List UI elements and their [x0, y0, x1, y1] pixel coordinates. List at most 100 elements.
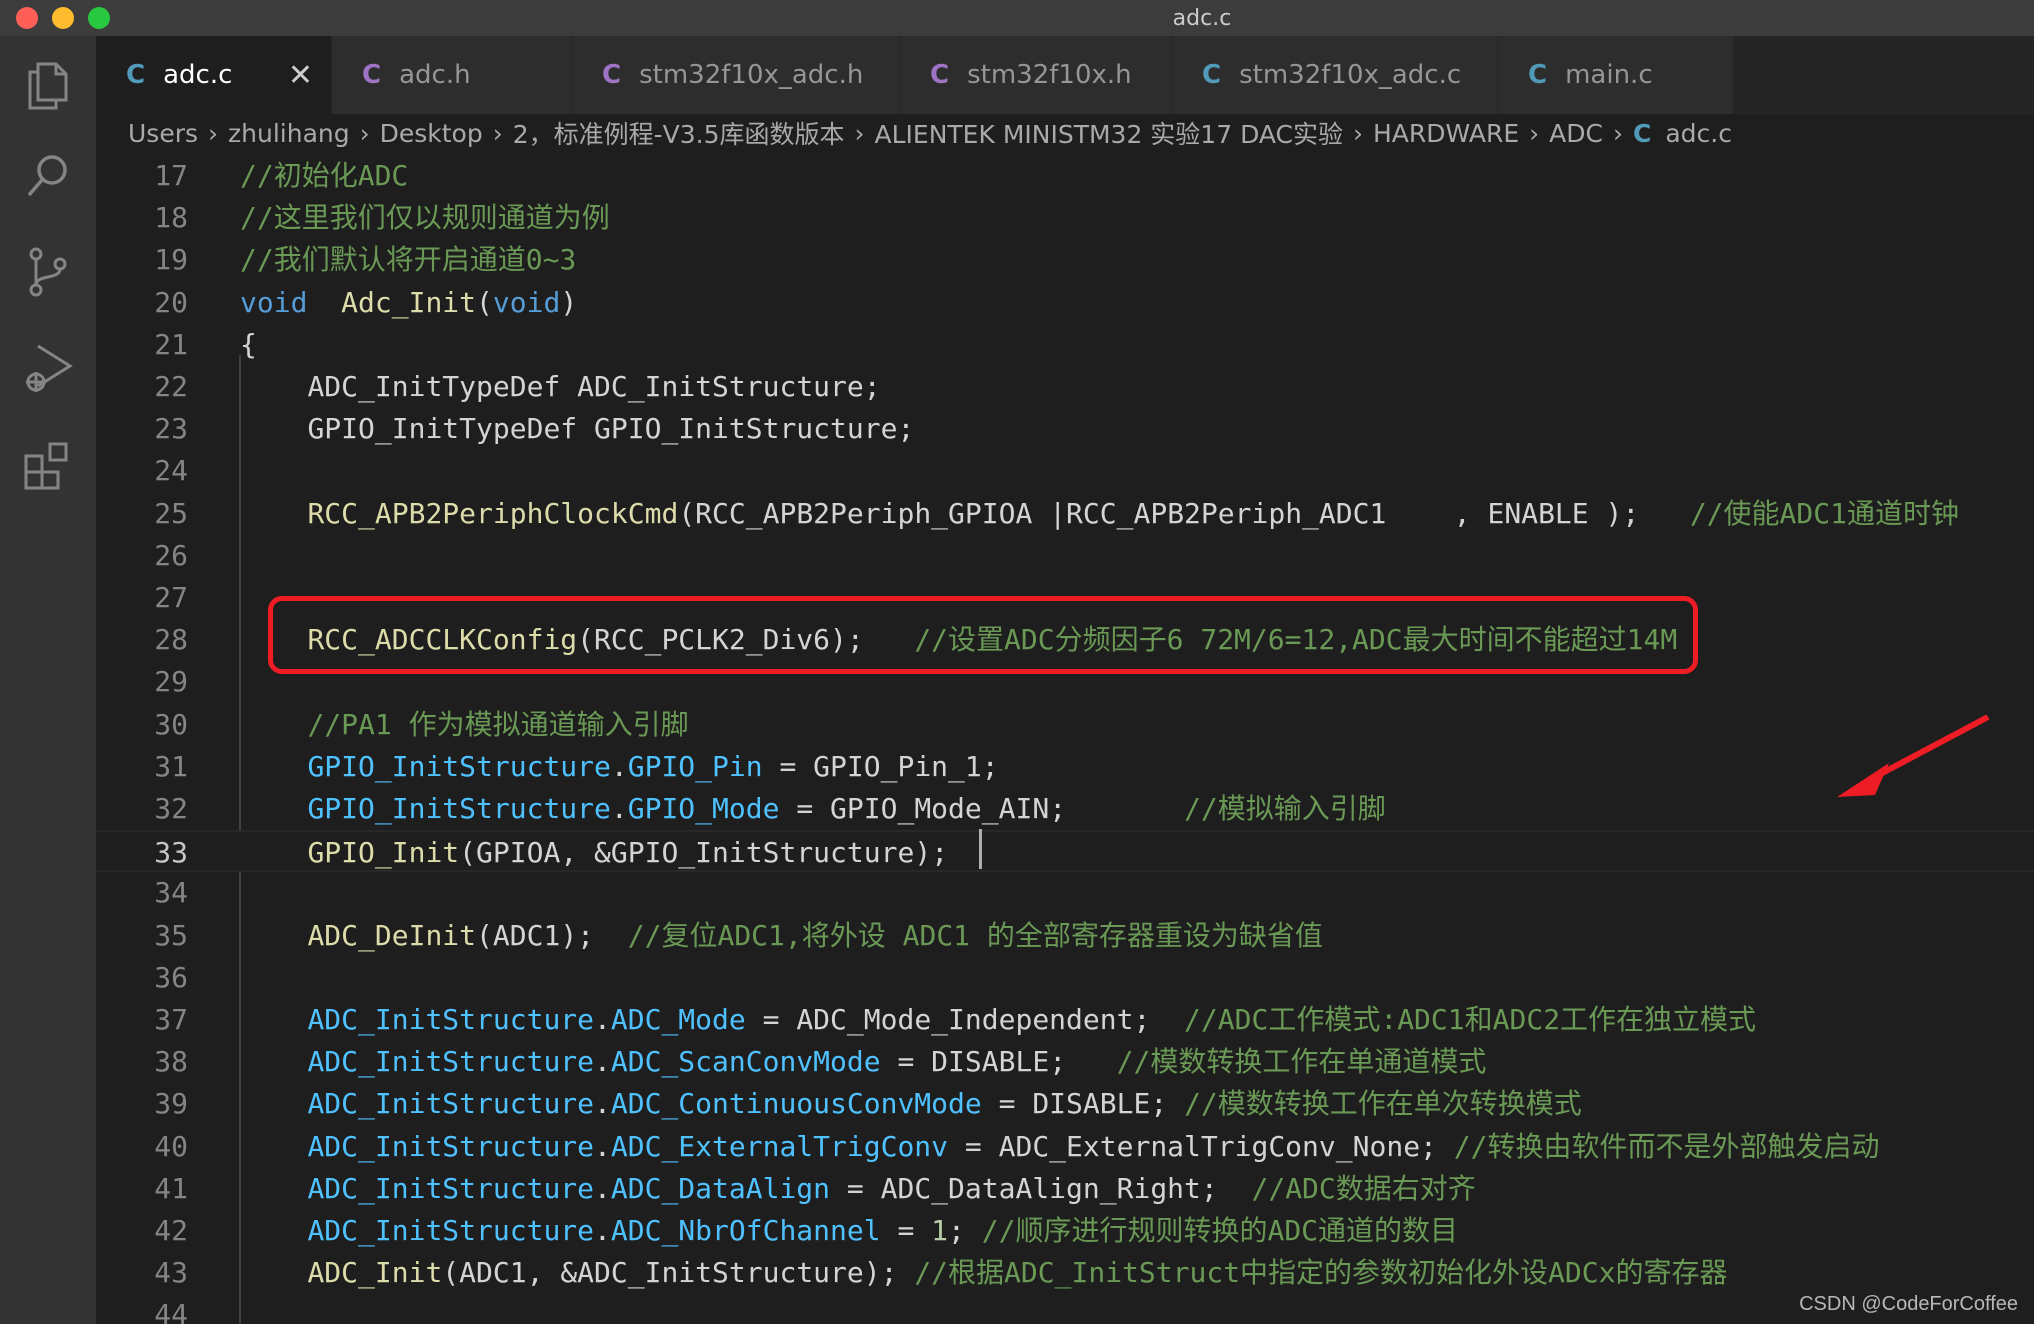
code-line[interactable]: 20 void Adc_Init(void) — [96, 282, 2034, 324]
line-text: ADC_InitStructure.ADC_ScanConvMode = DIS… — [307, 1045, 1487, 1079]
line-number: 18 — [154, 201, 188, 235]
breadcrumb: Users › zhulihang › Desktop › 2，标准例程-V3.… — [96, 114, 2034, 152]
source-control-icon[interactable] — [20, 244, 76, 300]
line-number: 35 — [154, 918, 188, 952]
c-header-file-icon: C — [362, 60, 382, 90]
line-text: RCC_APB2PeriphClockCmd(RCC_APB2Periph_GP… — [307, 496, 1959, 530]
code-line[interactable]: 23 GPIO_InitTypeDef GPIO_InitStructure; — [96, 408, 2034, 450]
line-text: ADC_InitStructure.ADC_Mode = ADC_Mode_In… — [307, 1003, 1757, 1036]
line-text: //我们默认将开启通道0~3 — [240, 243, 577, 277]
line-text: ADC_InitStructure.ADC_ContinuousConvMode… — [307, 1087, 1582, 1121]
code-line[interactable]: 18 //这里我们仅以规则通道为例 — [96, 197, 2034, 239]
code-line[interactable]: 19 //我们默认将开启通道0~3 — [96, 239, 2034, 281]
code-line[interactable]: 33 GPIO_Init(GPIOA, &GPIO_InitStructure)… — [96, 830, 2034, 873]
c-file-icon: C — [1632, 118, 1652, 148]
line-number: 44 — [154, 1298, 188, 1324]
line-number: 33 — [154, 836, 188, 870]
breadcrumb-item[interactable]: Users — [128, 119, 198, 148]
window-controls — [16, 7, 110, 29]
line-number: 42 — [154, 1214, 188, 1247]
line-number: 30 — [154, 707, 188, 741]
code-line[interactable]: 40 ADC_InitStructure.ADC_ExternalTrigCon… — [96, 1126, 2034, 1168]
close-window-button[interactable] — [16, 7, 38, 29]
breadcrumb-item[interactable]: zhulihang — [228, 119, 350, 148]
line-text: //初始化ADC — [240, 159, 409, 192]
code-line[interactable]: 21 { — [96, 324, 2034, 366]
tab-stm32f10x-adc-h[interactable]: C stm32f10x_adc.h — [572, 36, 900, 114]
c-file-icon: C — [1528, 60, 1548, 90]
line-text: GPIO_InitStructure.GPIO_Mode = GPIO_Mode… — [307, 792, 1386, 825]
line-number: 22 — [154, 370, 188, 403]
line-number: 43 — [154, 1256, 188, 1290]
code-line[interactable]: 26 — [96, 535, 2034, 577]
code-line[interactable]: 17 //初始化ADC — [96, 155, 2034, 197]
files-icon[interactable] — [20, 58, 76, 114]
tab-label: adc.h — [399, 60, 471, 90]
close-icon[interactable]: ✕ — [288, 58, 313, 93]
line-number: 38 — [154, 1045, 188, 1079]
line-number: 41 — [154, 1171, 188, 1205]
breadcrumb-item[interactable]: Desktop — [380, 119, 483, 148]
code-line[interactable]: 31 GPIO_InitStructure.GPIO_Pin = GPIO_Pi… — [96, 746, 2034, 788]
code-line[interactable]: 43 ADC_Init(ADC1, &ADC_InitStructure); /… — [96, 1252, 2034, 1294]
code-line[interactable]: 30 //PA1 作为模拟通道输入引脚 — [96, 704, 2034, 746]
line-number: 23 — [154, 412, 188, 446]
code-line[interactable]: 24 — [96, 450, 2034, 492]
c-header-file-icon: C — [930, 60, 950, 90]
tab-label: main.c — [1565, 60, 1653, 90]
code-editor[interactable]: 17 //初始化ADC 18 //这里我们仅以规则通道为例 19 //我们默认将开启通道0… — [96, 155, 2034, 1324]
window-title: adc.c — [1172, 5, 1232, 31]
breadcrumb-item[interactable]: HARDWARE — [1373, 119, 1519, 148]
activity-bar — [0, 36, 96, 1324]
line-number: 29 — [154, 665, 188, 699]
tab-label: stm32f10x.h — [967, 60, 1132, 90]
code-line[interactable]: 38 ADC_InitStructure.ADC_ScanConvMode = … — [96, 1041, 2034, 1083]
minimize-window-button[interactable] — [52, 7, 74, 29]
line-text: ADC_InitStructure.ADC_NbrOfChannel = 1; … — [307, 1214, 1459, 1247]
chevron-right-icon: › — [359, 118, 370, 148]
line-number: 31 — [154, 749, 188, 783]
c-file-icon: C — [126, 60, 146, 90]
line-text: GPIO_Init(GPIOA, &GPIO_InitStructure); — [307, 836, 949, 870]
breadcrumb-item[interactable]: adc.c — [1665, 119, 1732, 148]
tab-main-c[interactable]: C main.c — [1498, 36, 1734, 114]
code-line[interactable]: 25 RCC_APB2PeriphClockCmd(RCC_APB2Periph… — [96, 493, 2034, 535]
tab-stm32f10x-h[interactable]: C stm32f10x.h — [900, 36, 1172, 114]
run-debug-icon[interactable] — [20, 340, 76, 396]
line-text: void Adc_Init(void) — [240, 285, 578, 319]
chevron-right-icon: › — [854, 118, 865, 148]
code-line[interactable]: 39 ADC_InitStructure.ADC_ContinuousConvM… — [96, 1083, 2034, 1125]
breadcrumb-item[interactable]: ADC — [1549, 119, 1603, 148]
code-line[interactable]: 35 ADC_DeInit(ADC1); //复位ADC1,将外设 ADC1 的… — [96, 915, 2034, 957]
tab-stm32f10x-adc-c[interactable]: C stm32f10x_adc.c — [1172, 36, 1498, 114]
line-text: GPIO_InitTypeDef GPIO_InitStructure; — [307, 412, 915, 446]
chevron-right-icon: › — [1353, 118, 1363, 148]
code-line[interactable]: 36 — [96, 957, 2034, 999]
text-cursor — [979, 829, 982, 869]
chevron-right-icon: › — [1529, 118, 1540, 148]
code-line[interactable]: 22 ADC_InitTypeDef ADC_InitStructure; — [96, 366, 2034, 408]
c-header-file-icon: C — [602, 60, 622, 90]
zoom-window-button[interactable] — [88, 7, 110, 29]
red-arrow-icon — [1837, 715, 1990, 797]
code-line[interactable]: 32 GPIO_InitStructure.GPIO_Mode = GPIO_M… — [96, 788, 2034, 830]
line-text: ADC_DeInit(ADC1); //复位ADC1,将外设 ADC1 的全部寄… — [307, 918, 1323, 952]
breadcrumb-item[interactable]: ALIENTEK MINISTM32 实验17 DAC实验 — [875, 115, 1343, 151]
line-text: GPIO_InitStructure.GPIO_Pin = GPIO_Pin_1… — [307, 749, 999, 783]
line-number: 37 — [154, 1003, 188, 1036]
breadcrumb-item[interactable]: 2，标准例程-V3.5库函数版本 — [513, 115, 845, 151]
extensions-icon[interactable] — [20, 438, 76, 494]
editor-tab-bar: C adc.c ✕ C adc.h C stm32f10x_adc.h C st… — [96, 36, 2034, 114]
code-line[interactable]: 34 — [96, 872, 2034, 914]
tab-label: stm32f10x_adc.h — [639, 60, 864, 90]
code-line[interactable]: 37 ADC_InitStructure.ADC_Mode = ADC_Mode… — [96, 999, 2034, 1041]
line-number: 28 — [154, 623, 188, 657]
tab-adc-c[interactable]: C adc.c ✕ — [96, 36, 332, 114]
code-line[interactable]: 41 ADC_InitStructure.ADC_DataAlign = ADC… — [96, 1168, 2034, 1210]
search-icon[interactable] — [20, 148, 76, 204]
line-number: 19 — [154, 243, 188, 277]
line-text: ADC_Init(ADC1, &ADC_InitStructure); //根据… — [307, 1256, 1728, 1290]
tab-adc-h[interactable]: C adc.h — [332, 36, 572, 114]
code-line[interactable]: 42 ADC_InitStructure.ADC_NbrOfChannel = … — [96, 1210, 2034, 1252]
code-line[interactable]: 44 — [96, 1294, 2034, 1324]
